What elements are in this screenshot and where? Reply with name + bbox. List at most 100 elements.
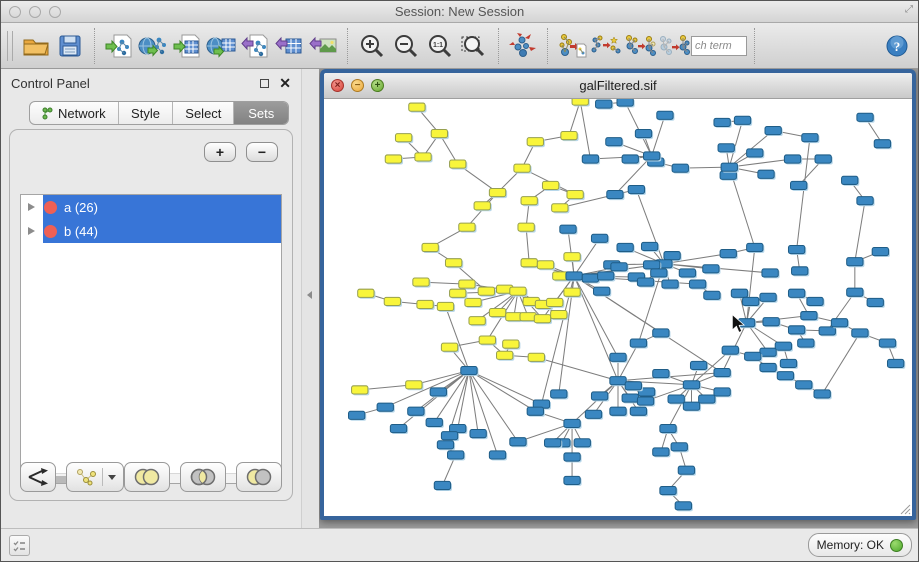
network-diff-report-icon bbox=[557, 32, 587, 60]
network-compare-button[interactable] bbox=[589, 29, 623, 63]
import-table-file-icon bbox=[173, 33, 201, 59]
zoom-actual-size-button[interactable]: 1:1 bbox=[423, 29, 457, 63]
divider bbox=[102, 468, 103, 486]
network-view-window[interactable]: × − + galFiltered.sif bbox=[320, 69, 916, 520]
export-image-button[interactable] bbox=[306, 29, 340, 63]
resize-grip-icon[interactable] bbox=[897, 501, 911, 515]
save-floppy-icon bbox=[58, 34, 82, 58]
content-area: Control Panel ✕ Network bbox=[1, 69, 918, 530]
create-set-from-network-button[interactable] bbox=[66, 462, 124, 492]
network-subtract-button[interactable] bbox=[657, 29, 691, 63]
import-table-url-button[interactable] bbox=[204, 29, 238, 63]
network-window-title: galFiltered.sif bbox=[324, 78, 912, 93]
network-window-titlebar[interactable]: × − + galFiltered.sif bbox=[324, 73, 912, 99]
zoom-in-icon bbox=[359, 33, 385, 59]
main-toolbar: 1:1 bbox=[1, 23, 918, 69]
close-panel-icon[interactable]: ✕ bbox=[279, 76, 291, 90]
network-tab-icon bbox=[42, 107, 53, 120]
intersect-sets-button[interactable] bbox=[180, 462, 226, 492]
import-network-file-button[interactable] bbox=[102, 29, 136, 63]
set-operations-row bbox=[20, 462, 282, 492]
open-session-button[interactable] bbox=[19, 29, 53, 63]
venn-union-icon bbox=[133, 468, 161, 486]
toolbar-separator bbox=[94, 28, 95, 64]
svg-text:1:1: 1:1 bbox=[433, 42, 443, 49]
tab-select-label: Select bbox=[185, 106, 221, 121]
export-image-icon bbox=[309, 33, 337, 59]
union-sets-button[interactable] bbox=[124, 462, 170, 492]
tab-style-label: Style bbox=[131, 106, 160, 121]
expander-triangle-icon[interactable] bbox=[28, 227, 35, 235]
difference-sets-button[interactable] bbox=[236, 462, 282, 492]
sets-list: a (26) b (44) bbox=[20, 194, 282, 484]
network-merge-button[interactable] bbox=[623, 29, 657, 63]
chevron-down-icon[interactable] bbox=[108, 475, 116, 480]
tab-sets[interactable]: Sets bbox=[234, 102, 288, 124]
app-window: Session: New Session ⤢ bbox=[0, 0, 919, 562]
venn-intersection-icon bbox=[189, 468, 217, 486]
yellow-network-icon bbox=[75, 468, 97, 486]
network-graph[interactable] bbox=[324, 99, 912, 516]
toolbar-separator bbox=[754, 28, 755, 64]
import-network-url-button[interactable] bbox=[136, 29, 170, 63]
svg-text:?: ? bbox=[894, 39, 901, 54]
add-set-button[interactable]: + bbox=[204, 142, 236, 162]
toolbar-separator bbox=[547, 28, 548, 64]
network-merge-icon bbox=[624, 32, 656, 60]
network-compare-icon bbox=[590, 32, 622, 60]
zoom-out-icon bbox=[393, 33, 419, 59]
network-diff-report-button[interactable] bbox=[555, 29, 589, 63]
network-canvas[interactable] bbox=[324, 99, 912, 516]
control-panel-header: Control Panel ✕ bbox=[1, 69, 301, 97]
export-network-button[interactable] bbox=[238, 29, 272, 63]
sets-panel: + − a (26) b (44) bbox=[9, 129, 293, 501]
help-button[interactable]: ? bbox=[880, 29, 914, 63]
open-folder-icon bbox=[22, 34, 50, 58]
tab-select[interactable]: Select bbox=[173, 102, 234, 124]
network-desktop: × − + galFiltered.sif bbox=[319, 69, 918, 530]
control-panel: Control Panel ✕ Network bbox=[1, 69, 301, 530]
network-subtract-icon bbox=[658, 32, 690, 60]
tab-network[interactable]: Network bbox=[30, 102, 119, 124]
import-table-file-button[interactable] bbox=[170, 29, 204, 63]
zoom-one-to-one-icon: 1:1 bbox=[427, 33, 453, 59]
export-table-button[interactable] bbox=[272, 29, 306, 63]
panel-splitter[interactable] bbox=[301, 69, 319, 530]
toolbar-grip bbox=[7, 31, 13, 61]
save-session-button[interactable] bbox=[53, 29, 87, 63]
split-arrows-icon bbox=[27, 468, 49, 486]
zoom-fit-selected-button[interactable] bbox=[457, 29, 491, 63]
tab-style[interactable]: Style bbox=[119, 102, 174, 124]
import-table-url-icon bbox=[206, 33, 236, 59]
splitter-collapse-icon[interactable] bbox=[307, 291, 312, 299]
list-item-set-a[interactable]: a (26) bbox=[21, 195, 281, 219]
toolbar-separator bbox=[498, 28, 499, 64]
list-item-set-b[interactable]: b (44) bbox=[21, 219, 281, 243]
toolbar-separator bbox=[347, 28, 348, 64]
tab-sets-label: Sets bbox=[248, 106, 274, 121]
set-label: a (26) bbox=[64, 200, 98, 215]
apply-layout-button[interactable] bbox=[506, 29, 540, 63]
help-icon: ? bbox=[885, 34, 909, 58]
float-panel-icon[interactable] bbox=[260, 79, 269, 88]
export-table-icon bbox=[275, 33, 303, 59]
search-input[interactable] bbox=[691, 36, 747, 56]
task-history-button[interactable] bbox=[9, 535, 30, 556]
control-panel-title: Control Panel bbox=[11, 76, 90, 91]
control-panel-tabs: Network Style Select Sets bbox=[29, 101, 289, 125]
import-network-file-icon bbox=[105, 33, 133, 59]
split-set-button[interactable] bbox=[20, 462, 56, 492]
export-network-icon bbox=[241, 33, 269, 59]
remove-set-button[interactable]: − bbox=[246, 142, 278, 162]
zoom-fit-icon bbox=[460, 33, 488, 59]
set-label: b (44) bbox=[64, 224, 98, 239]
fullscreen-icon[interactable]: ⤢ bbox=[905, 4, 913, 15]
expander-triangle-icon[interactable] bbox=[28, 203, 35, 211]
zoom-out-button[interactable] bbox=[389, 29, 423, 63]
zoom-in-button[interactable] bbox=[355, 29, 389, 63]
status-bar: Memory: OK bbox=[1, 528, 918, 561]
task-list-icon bbox=[13, 540, 26, 552]
memory-status-button[interactable]: Memory: OK bbox=[808, 533, 912, 557]
memory-label: Memory: OK bbox=[817, 538, 884, 552]
tab-network-label: Network bbox=[58, 106, 106, 121]
